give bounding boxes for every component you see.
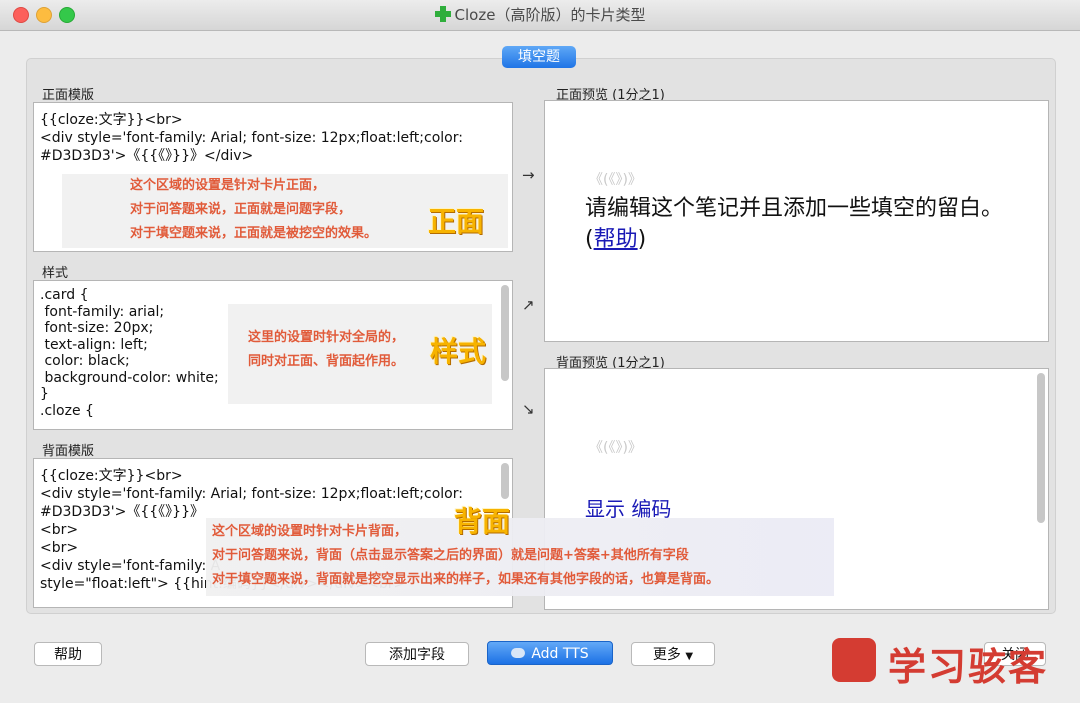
- code-line: <div style='font-family: Arial; font-siz…: [40, 130, 463, 146]
- tab-cloze[interactable]: 填空题: [502, 46, 576, 68]
- add-field-button[interactable]: 添加字段: [365, 642, 469, 666]
- more-button[interactable]: 更多 ▼: [631, 642, 715, 666]
- annotation-line: 对于问答题来说，背面（点击显示答案之后的界面）就是问题+答案+其他所有字段: [212, 548, 689, 563]
- anki-plus-icon: [434, 6, 451, 22]
- chevron-down-icon: ▼: [685, 651, 694, 662]
- code-line: <div style='font-family: Arial; font-siz…: [40, 486, 463, 502]
- add-tts-button[interactable]: Add TTS: [487, 641, 613, 665]
- code-line: {{cloze:文字}}<br>: [40, 112, 183, 128]
- back-annotation: 这个区域的设置时针对卡片背面， 对于问答题来说，背面（点击显示答案之后的界面）就…: [206, 518, 834, 596]
- title-bar: Cloze（高阶版）的卡片类型: [0, 0, 1080, 31]
- front-annotation-title: 正面: [428, 205, 485, 238]
- preview-placeholder: 《(《》)》: [589, 172, 642, 188]
- annotation-line: 这个区域的设置是针对卡片正面，: [130, 178, 326, 193]
- add-tts-label: Add TTS: [531, 646, 589, 662]
- annotation-line: 这个区域的设置时针对卡片背面，: [212, 524, 408, 539]
- back-annotation-title: 背面: [454, 505, 511, 538]
- preview-placeholder: 《(《》)》: [589, 440, 642, 456]
- front-template-label: 正面模版: [42, 88, 95, 103]
- style-annotation-title: 样式: [430, 335, 487, 368]
- more-label: 更多: [652, 647, 681, 663]
- front-preview: 《(《》)》 请编辑这个笔记并且添加一些填空的留白。(帮助): [544, 100, 1049, 342]
- back-template-scrollbar[interactable]: [501, 463, 509, 499]
- back-template-label: 背面模版: [42, 444, 95, 459]
- help-link[interactable]: 帮助: [594, 227, 638, 252]
- code-line: {{cloze:文字}}<br>: [40, 468, 183, 484]
- window-title-area: Cloze（高阶版）的卡片类型: [0, 4, 1080, 25]
- back-preview-scrollbar[interactable]: [1037, 373, 1045, 523]
- window-title: Cloze（高阶版）的卡片类型: [454, 6, 646, 24]
- front-to-preview-arrow-icon: →: [522, 166, 535, 184]
- front-preview-text: 请编辑这个笔记并且添加一些填空的留白。(帮助): [585, 193, 1005, 255]
- code-line: .cloze {: [40, 402, 94, 419]
- styling-scrollbar[interactable]: [501, 285, 509, 381]
- preview-message: 请编辑这个笔记并且添加一些填空的留白。(: [585, 196, 1004, 252]
- code-line: .card {: [40, 287, 89, 303]
- watermark-text: 学习骇客: [888, 645, 1049, 689]
- styling-to-front-arrow-icon: ↗: [522, 296, 535, 314]
- styling-to-back-arrow-icon: ↘: [522, 400, 535, 418]
- preview-close-paren: ): [637, 227, 647, 252]
- help-button[interactable]: 帮助: [34, 642, 102, 666]
- monkey-logo-icon: [832, 638, 876, 682]
- styling-label: 样式: [42, 266, 69, 281]
- speaker-icon: [511, 648, 526, 658]
- code-line: #D3D3D3'>《{{《》}}》</div>: [40, 148, 254, 164]
- watermark: 学习骇客: [832, 634, 1056, 689]
- annotation-line: 对于填空题来说，背面就是挖空显示出来的样子，如果还有其他字段的话，也算是背面。: [212, 572, 720, 587]
